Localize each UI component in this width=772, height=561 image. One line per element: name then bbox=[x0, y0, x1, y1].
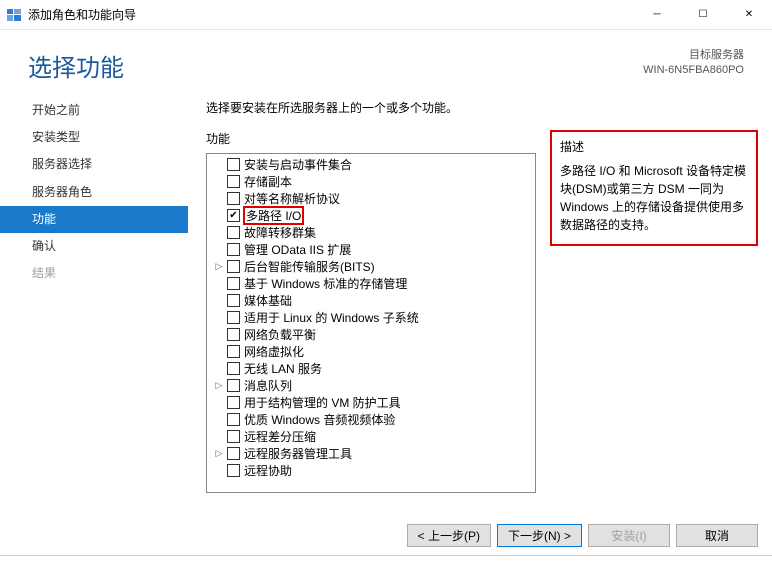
feature-row[interactable]: 优质 Windows 音频视频体验 bbox=[207, 411, 535, 428]
feature-row[interactable]: 适用于 Linux 的 Windows 子系统 bbox=[207, 309, 535, 326]
cancel-button[interactable]: 取消 bbox=[676, 524, 758, 547]
feature-checkbox[interactable] bbox=[227, 294, 240, 307]
bottom-strip bbox=[0, 555, 772, 561]
window-title: 添加角色和功能向导 bbox=[28, 6, 634, 23]
target-server-label: 目标服务器 bbox=[643, 48, 744, 63]
feature-checkbox[interactable] bbox=[227, 243, 240, 256]
feature-checkbox[interactable] bbox=[227, 464, 240, 477]
main-panel: 选择要安装在所选服务器上的一个或多个功能。 功能 安装与启动事件集合存储副本对等… bbox=[188, 93, 758, 493]
feature-label: 存储副本 bbox=[244, 173, 292, 190]
feature-label: 后台智能传输服务(BITS) bbox=[244, 258, 375, 275]
next-button[interactable]: 下一步(N) > bbox=[497, 524, 582, 547]
feature-checkbox[interactable] bbox=[227, 430, 240, 443]
feature-row[interactable]: 用于结构管理的 VM 防护工具 bbox=[207, 394, 535, 411]
feature-checkbox[interactable] bbox=[227, 158, 240, 171]
feature-label: 多路径 I/O bbox=[244, 207, 303, 224]
target-server-value: WIN-6N5FBA860PO bbox=[643, 63, 744, 78]
feature-row[interactable]: 远程协助 bbox=[207, 462, 535, 479]
feature-row[interactable]: 对等名称解析协议 bbox=[207, 190, 535, 207]
header: 选择功能 目标服务器 WIN-6N5FBA860PO bbox=[0, 30, 772, 93]
feature-label: 基于 Windows 标准的存储管理 bbox=[244, 275, 407, 292]
titlebar: 添加角色和功能向导 ─ ☐ ✕ bbox=[0, 0, 772, 30]
sidebar-item-server-select[interactable]: 服务器选择 bbox=[0, 151, 188, 178]
feature-checkbox[interactable] bbox=[227, 192, 240, 205]
feature-checkbox[interactable] bbox=[227, 413, 240, 426]
feature-label: 对等名称解析协议 bbox=[244, 190, 340, 207]
install-button: 安装(I) bbox=[588, 524, 670, 547]
description-text: 多路径 I/O 和 Microsoft 设备特定模块(DSM)或第三方 DSM … bbox=[560, 162, 748, 234]
feature-label: 安装与启动事件集合 bbox=[244, 156, 352, 173]
feature-row[interactable]: ▷ 后台智能传输服务(BITS) bbox=[207, 258, 535, 275]
sidebar-item-server-roles[interactable]: 服务器角色 bbox=[0, 179, 188, 206]
window-controls: ─ ☐ ✕ bbox=[634, 0, 772, 30]
close-button[interactable]: ✕ bbox=[726, 0, 772, 30]
features-label: 功能 bbox=[206, 130, 536, 147]
feature-checkbox[interactable] bbox=[227, 447, 240, 460]
wizard-body: 开始之前 安装类型 服务器选择 服务器角色 功能 确认 结果 选择要安装在所选服… bbox=[0, 93, 772, 493]
feature-row[interactable]: 无线 LAN 服务 bbox=[207, 360, 535, 377]
feature-label: 网络负载平衡 bbox=[244, 326, 316, 343]
feature-row[interactable]: 多路径 I/O bbox=[207, 207, 535, 224]
sidebar-item-features[interactable]: 功能 bbox=[0, 206, 188, 233]
description-label: 描述 bbox=[560, 138, 748, 156]
feature-checkbox[interactable] bbox=[227, 209, 240, 222]
target-server-info: 目标服务器 WIN-6N5FBA860PO bbox=[643, 48, 744, 79]
expand-icon[interactable]: ▷ bbox=[213, 261, 225, 273]
feature-row[interactable]: ▷ 远程服务器管理工具 bbox=[207, 445, 535, 462]
features-column: 功能 安装与启动事件集合存储副本对等名称解析协议多路径 I/O故障转移群集管理 … bbox=[206, 130, 536, 493]
feature-row[interactable]: 远程差分压缩 bbox=[207, 428, 535, 445]
feature-checkbox[interactable] bbox=[227, 362, 240, 375]
feature-row[interactable]: 网络负载平衡 bbox=[207, 326, 535, 343]
feature-row[interactable]: 存储副本 bbox=[207, 173, 535, 190]
description-column: 描述 多路径 I/O 和 Microsoft 设备特定模块(DSM)或第三方 D… bbox=[550, 130, 758, 493]
feature-row[interactable]: 网络虚拟化 bbox=[207, 343, 535, 360]
sidebar: 开始之前 安装类型 服务器选择 服务器角色 功能 确认 结果 bbox=[0, 93, 188, 493]
description-box: 描述 多路径 I/O 和 Microsoft 设备特定模块(DSM)或第三方 D… bbox=[550, 130, 758, 246]
feature-label: 无线 LAN 服务 bbox=[244, 360, 322, 377]
feature-label: 故障转移群集 bbox=[244, 224, 316, 241]
feature-label: 适用于 Linux 的 Windows 子系统 bbox=[244, 309, 419, 326]
sidebar-item-confirm[interactable]: 确认 bbox=[0, 233, 188, 260]
sidebar-item-install-type[interactable]: 安装类型 bbox=[0, 124, 188, 151]
page-title: 选择功能 bbox=[28, 48, 124, 83]
feature-label: 远程差分压缩 bbox=[244, 428, 316, 445]
feature-label: 消息队列 bbox=[244, 377, 292, 394]
feature-checkbox[interactable] bbox=[227, 396, 240, 409]
feature-checkbox[interactable] bbox=[227, 260, 240, 273]
footer-buttons: < 上一步(P) 下一步(N) > 安装(I) 取消 bbox=[407, 524, 758, 547]
previous-button[interactable]: < 上一步(P) bbox=[407, 524, 491, 547]
feature-row[interactable]: 故障转移群集 bbox=[207, 224, 535, 241]
instruction-text: 选择要安装在所选服务器上的一个或多个功能。 bbox=[206, 93, 758, 130]
feature-checkbox[interactable] bbox=[227, 226, 240, 239]
expand-icon[interactable]: ▷ bbox=[213, 448, 225, 460]
feature-checkbox[interactable] bbox=[227, 379, 240, 392]
feature-checkbox[interactable] bbox=[227, 328, 240, 341]
feature-label: 远程协助 bbox=[244, 462, 292, 479]
feature-label: 远程服务器管理工具 bbox=[244, 445, 352, 462]
feature-row[interactable]: 安装与启动事件集合 bbox=[207, 156, 535, 173]
feature-label: 管理 OData IIS 扩展 bbox=[244, 241, 351, 258]
expand-icon[interactable]: ▷ bbox=[213, 380, 225, 392]
feature-row[interactable]: 管理 OData IIS 扩展 bbox=[207, 241, 535, 258]
sidebar-item-results: 结果 bbox=[0, 260, 188, 287]
columns: 功能 安装与启动事件集合存储副本对等名称解析协议多路径 I/O故障转移群集管理 … bbox=[206, 130, 758, 493]
feature-checkbox[interactable] bbox=[227, 175, 240, 188]
maximize-button[interactable]: ☐ bbox=[680, 0, 726, 30]
features-tree[interactable]: 安装与启动事件集合存储副本对等名称解析协议多路径 I/O故障转移群集管理 ODa… bbox=[206, 153, 536, 493]
feature-label: 优质 Windows 音频视频体验 bbox=[244, 411, 395, 428]
app-icon bbox=[6, 7, 22, 23]
feature-checkbox[interactable] bbox=[227, 345, 240, 358]
feature-row[interactable]: 基于 Windows 标准的存储管理 bbox=[207, 275, 535, 292]
feature-label: 用于结构管理的 VM 防护工具 bbox=[244, 394, 401, 411]
sidebar-item-before-begin[interactable]: 开始之前 bbox=[0, 97, 188, 124]
minimize-button[interactable]: ─ bbox=[634, 0, 680, 30]
feature-checkbox[interactable] bbox=[227, 311, 240, 324]
feature-checkbox[interactable] bbox=[227, 277, 240, 290]
feature-label: 媒体基础 bbox=[244, 292, 292, 309]
feature-label: 网络虚拟化 bbox=[244, 343, 304, 360]
feature-row[interactable]: 媒体基础 bbox=[207, 292, 535, 309]
feature-row[interactable]: ▷ 消息队列 bbox=[207, 377, 535, 394]
